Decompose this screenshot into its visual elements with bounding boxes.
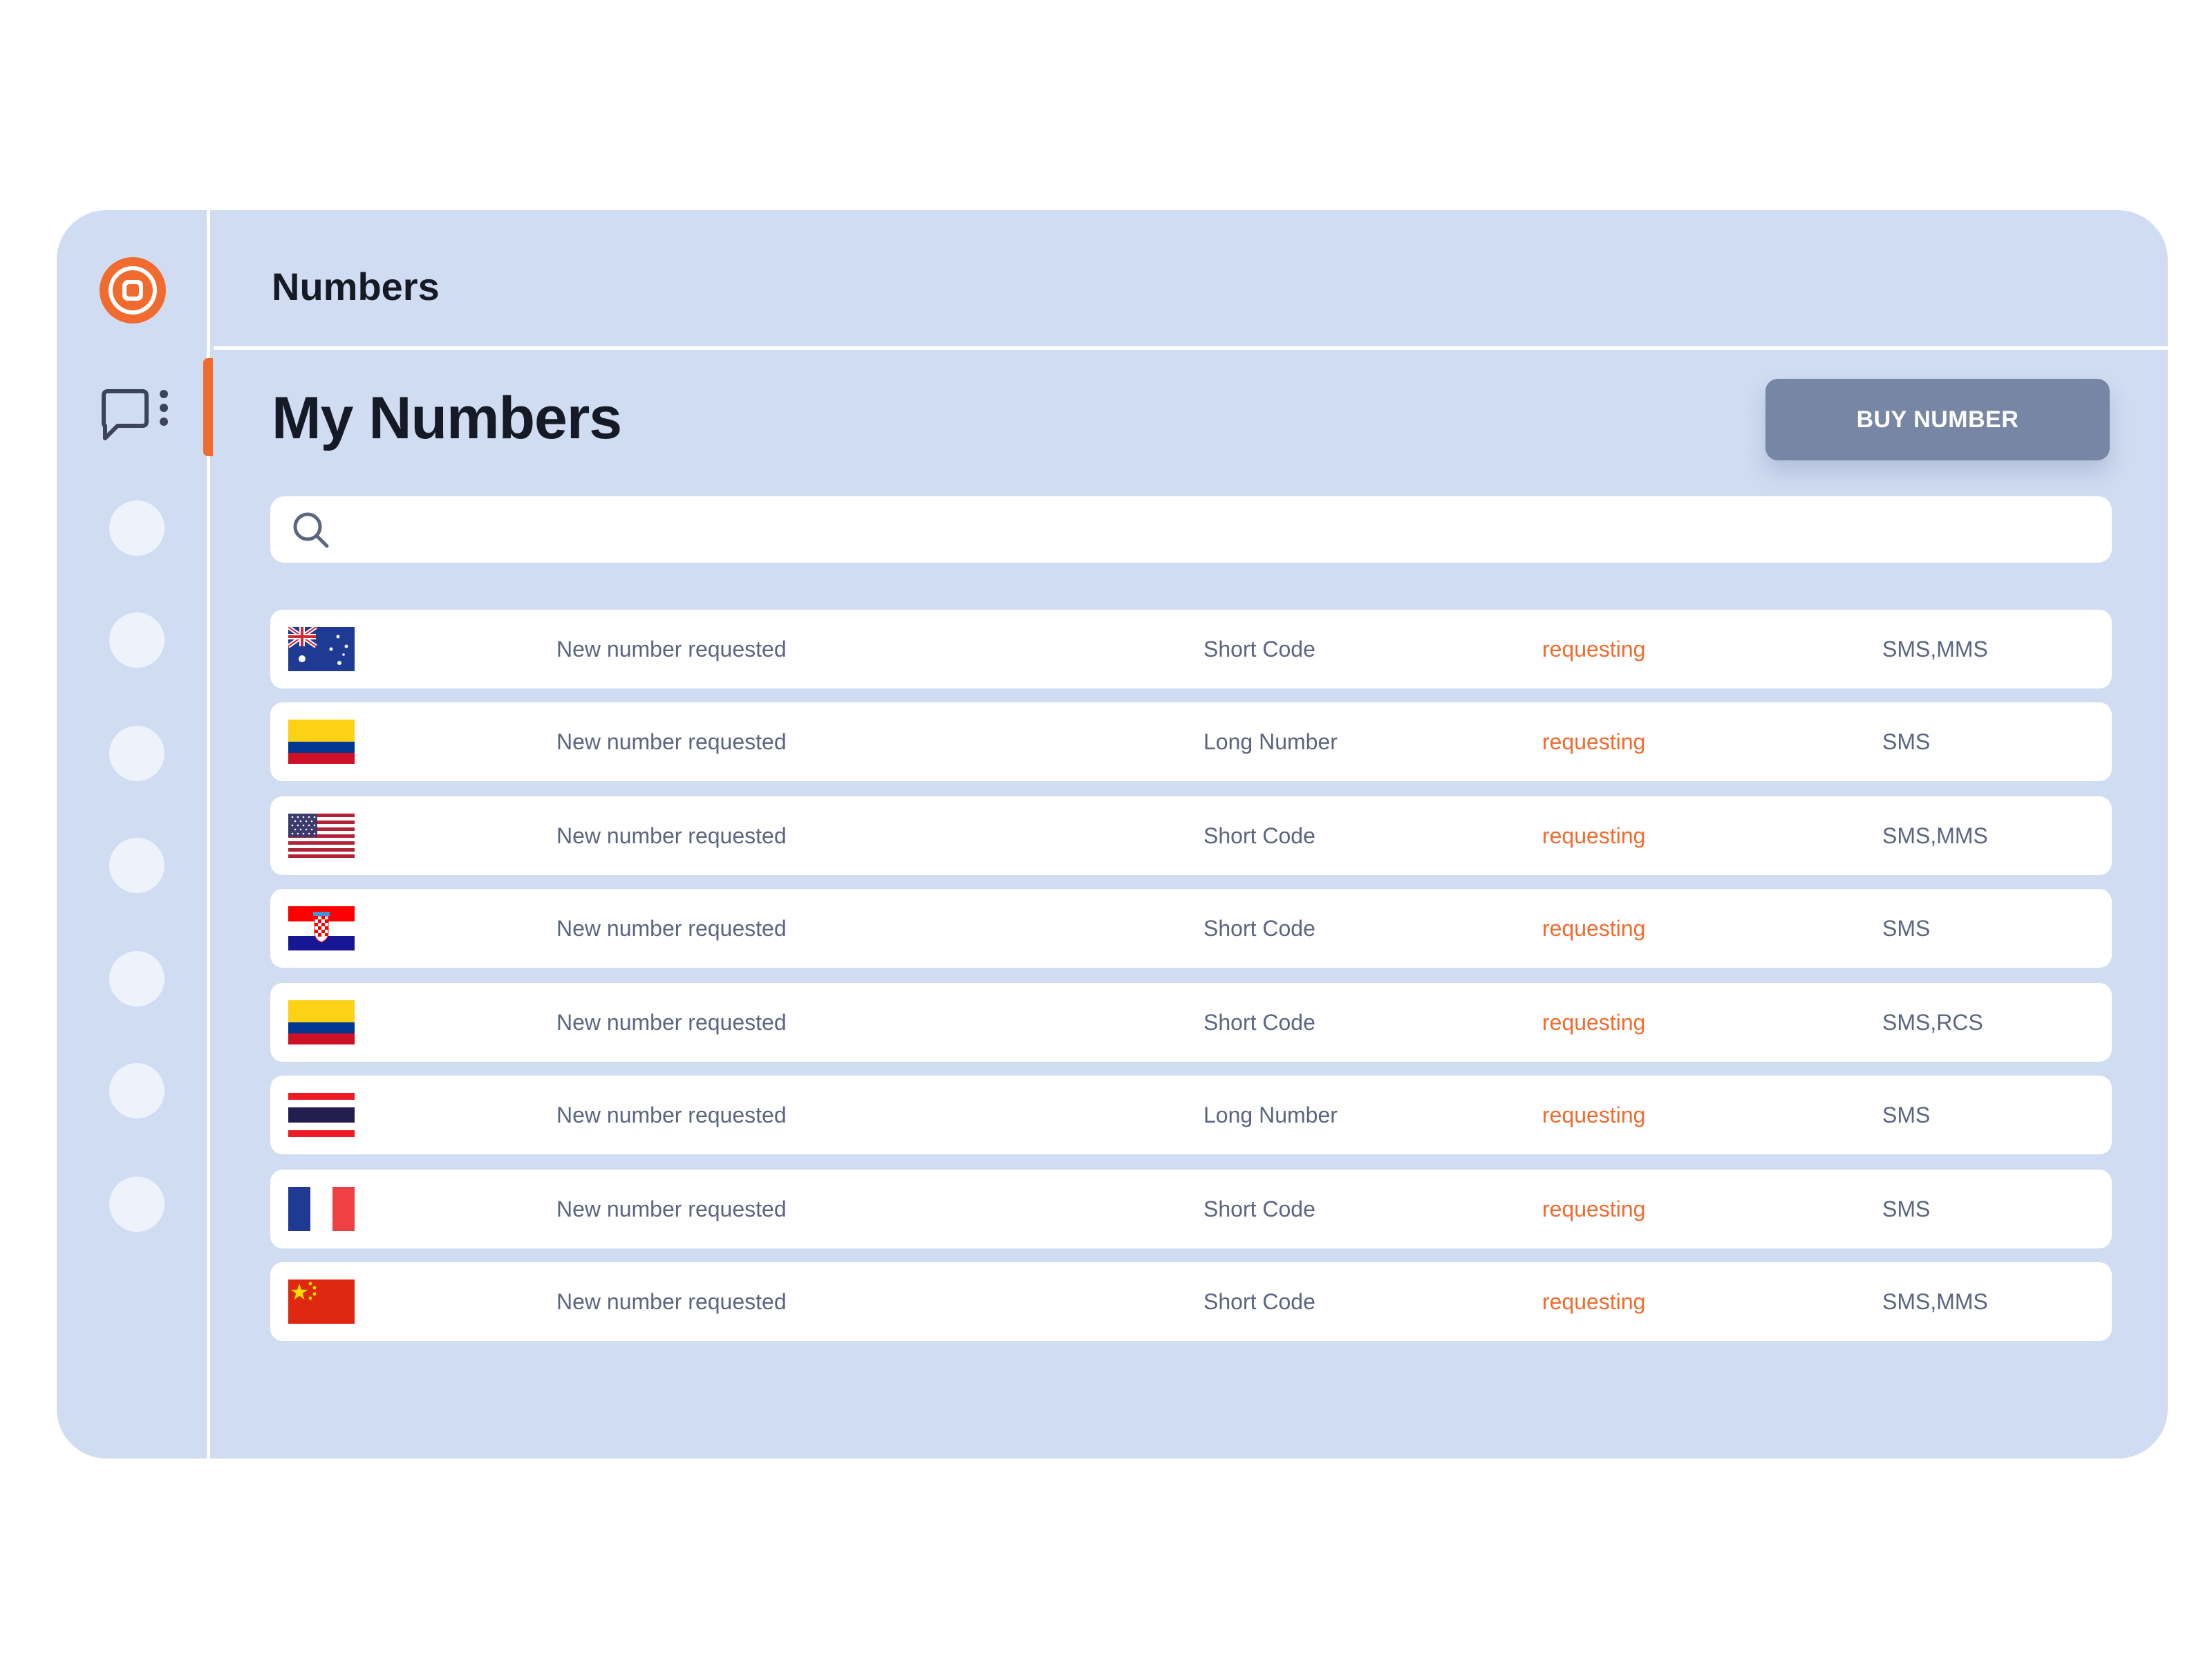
number-type-cell: Short Code xyxy=(1203,823,1315,848)
search-icon xyxy=(293,512,329,548)
number-type-cell: Long Number xyxy=(1203,729,1338,754)
sidebar-item-placeholder-7[interactable] xyxy=(109,1177,165,1232)
status-cell: requesting xyxy=(1542,823,1646,848)
buy-number-button[interactable]: BUY NUMBER xyxy=(1765,379,2110,460)
status-cell: requesting xyxy=(1542,915,1646,941)
number-type-cell: Short Code xyxy=(1203,636,1315,662)
main-content: Numbers My Numbers BUY NUMBER New number… xyxy=(214,210,2168,1459)
number-type-cell: Short Code xyxy=(1203,1009,1315,1035)
topbar: Numbers xyxy=(214,210,2168,350)
description-cell: New number requested xyxy=(556,636,787,662)
sidebar-item-placeholder-2[interactable] xyxy=(109,612,165,668)
flag-cell xyxy=(288,1170,355,1248)
france-flag-icon xyxy=(288,1187,355,1231)
app-window: Numbers My Numbers BUY NUMBER New number… xyxy=(57,210,2168,1459)
flag-cell xyxy=(288,610,355,688)
channels-cell: SMS xyxy=(1882,1102,1931,1127)
number-type-cell: Long Number xyxy=(1203,1102,1338,1127)
list-item[interactable]: New number requested Short Code requesti… xyxy=(270,889,2112,968)
description-cell: New number requested xyxy=(556,915,787,941)
australia-flag-icon xyxy=(288,627,355,671)
description-cell: New number requested xyxy=(556,1102,787,1127)
target-logo-icon[interactable] xyxy=(100,257,166,324)
sidebar-item-placeholder-5[interactable] xyxy=(109,951,165,1006)
flag-cell xyxy=(288,983,355,1062)
list-item[interactable]: New number requested Short Code requesti… xyxy=(270,1262,2112,1341)
colombia-flag-icon xyxy=(288,1000,355,1044)
sidebar-item-placeholder-3[interactable] xyxy=(109,726,165,781)
sidebar-item-placeholder-4[interactable] xyxy=(109,838,165,893)
number-type-cell: Short Code xyxy=(1203,1288,1315,1314)
sidebar-item-messages[interactable] xyxy=(98,386,181,448)
channels-cell: SMS xyxy=(1882,1196,1931,1221)
number-type-cell: Short Code xyxy=(1203,1196,1315,1221)
status-cell: requesting xyxy=(1542,1288,1646,1314)
flag-cell xyxy=(288,1262,355,1341)
sidebar-item-placeholder-1[interactable] xyxy=(109,500,165,556)
description-cell: New number requested xyxy=(556,729,787,754)
thailand-flag-icon xyxy=(288,1093,355,1137)
number-type-cell: Short Code xyxy=(1203,915,1315,941)
channels-cell: SMS,MMS xyxy=(1882,636,1988,662)
usa-flag-icon xyxy=(288,814,355,858)
description-cell: New number requested xyxy=(556,1009,787,1035)
channels-cell: SMS,MMS xyxy=(1882,1288,1988,1314)
status-cell: requesting xyxy=(1542,1102,1646,1127)
channels-cell: SMS xyxy=(1882,915,1931,941)
china-flag-icon xyxy=(288,1280,355,1324)
list-item[interactable]: New number requested Long Number request… xyxy=(270,702,2112,781)
page-title: My Numbers xyxy=(272,385,622,451)
sidebar-item-placeholder-6[interactable] xyxy=(109,1063,165,1118)
channels-cell: SMS,MMS xyxy=(1882,823,1988,848)
chat-menu-icon xyxy=(102,389,168,440)
status-cell: requesting xyxy=(1542,1009,1646,1035)
list-item[interactable]: New number requested Short Code requesti… xyxy=(270,610,2112,688)
status-cell: requesting xyxy=(1542,729,1646,754)
colombia-flag-icon xyxy=(288,720,355,764)
description-cell: New number requested xyxy=(556,1288,787,1314)
list-item[interactable]: New number requested Short Code requesti… xyxy=(270,1170,2112,1248)
channels-cell: SMS xyxy=(1882,729,1931,754)
flag-cell xyxy=(288,796,355,875)
flag-cell xyxy=(288,889,355,968)
channels-cell: SMS,RCS xyxy=(1882,1009,1983,1035)
flag-cell xyxy=(288,1076,355,1154)
description-cell: New number requested xyxy=(556,823,787,848)
list-item[interactable]: New number requested Short Code requesti… xyxy=(270,796,2112,875)
description-cell: New number requested xyxy=(556,1196,787,1221)
list-item[interactable]: New number requested Short Code requesti… xyxy=(270,983,2112,1062)
search-input[interactable] xyxy=(346,496,2098,563)
status-cell: requesting xyxy=(1542,636,1646,662)
active-nav-indicator xyxy=(203,358,213,456)
list-item[interactable]: New number requested Long Number request… xyxy=(270,1076,2112,1154)
search-bar[interactable] xyxy=(270,496,2112,563)
flag-cell xyxy=(288,702,355,781)
topbar-title: Numbers xyxy=(272,265,440,308)
croatia-flag-icon xyxy=(288,906,355,950)
sidebar xyxy=(57,210,213,1459)
status-cell: requesting xyxy=(1542,1196,1646,1221)
